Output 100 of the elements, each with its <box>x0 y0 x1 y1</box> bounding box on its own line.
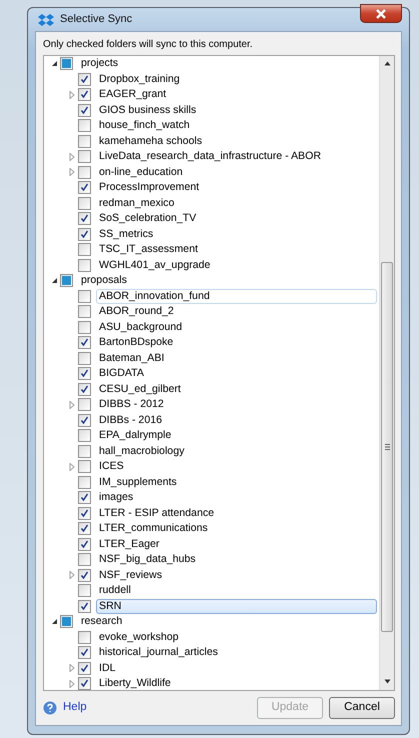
folder-name[interactable]: SRN <box>96 598 377 614</box>
checkbox[interactable] <box>78 538 91 551</box>
folder-name[interactable]: BIGDATA <box>96 366 147 382</box>
folder-name[interactable]: SS_metrics <box>96 226 156 242</box>
checkbox[interactable] <box>78 460 91 474</box>
checkbox[interactable] <box>78 320 91 334</box>
folder-name[interactable]: DIBBs - 2016 <box>96 412 166 428</box>
checkbox[interactable] <box>78 150 91 164</box>
checkbox[interactable] <box>78 258 91 272</box>
folder-name[interactable]: ruddell <box>96 583 134 598</box>
folder-name[interactable]: WGHL401_av_upgrade <box>96 258 214 273</box>
checkbox[interactable] <box>78 584 91 598</box>
folder-name[interactable]: LTER_communications <box>96 521 211 536</box>
folder-name[interactable]: IDL <box>96 660 118 676</box>
checkbox[interactable] <box>78 600 91 613</box>
checkbox[interactable] <box>78 522 91 536</box>
folder-name[interactable]: research <box>78 614 126 630</box>
folder-name[interactable]: GIOS business skills <box>96 102 200 118</box>
checkbox[interactable] <box>78 367 91 380</box>
checkbox[interactable] <box>78 429 91 442</box>
close-button[interactable] <box>360 4 402 23</box>
help-link[interactable]: Help <box>63 699 87 717</box>
folder-name[interactable]: evoke_workshop <box>96 630 182 645</box>
scrollbar[interactable] <box>379 56 394 690</box>
checkbox[interactable] <box>78 630 91 644</box>
folder-name[interactable]: NSF_reviews <box>96 568 165 583</box>
checkbox[interactable] <box>78 662 91 675</box>
checkbox[interactable] <box>78 212 91 226</box>
folder-name[interactable]: ProcessImprovement <box>96 180 202 196</box>
checkbox[interactable] <box>78 677 91 690</box>
folder-name[interactable]: EPA_dalrymple <box>96 428 174 444</box>
checkbox[interactable] <box>78 506 91 520</box>
checkbox[interactable] <box>78 568 91 582</box>
checkbox[interactable] <box>60 274 73 288</box>
scroll-up-icon[interactable] <box>384 61 390 66</box>
checkbox[interactable] <box>78 243 91 256</box>
expand-arrow-icon[interactable] <box>69 571 75 580</box>
checkbox[interactable] <box>78 476 91 489</box>
checkbox[interactable] <box>60 57 73 70</box>
window-title: Selective Sync <box>60 12 132 28</box>
help-icon[interactable] <box>43 701 57 715</box>
folder-name[interactable]: LTER - ESIP attendance <box>96 506 218 521</box>
folder-name[interactable]: LTER_Eager <box>96 536 162 552</box>
checkbox[interactable] <box>78 336 91 350</box>
folder-name[interactable]: BartonBDspoke <box>96 335 176 350</box>
box-logo-icon <box>38 12 54 26</box>
checkbox[interactable] <box>78 646 91 660</box>
expand-arrow-icon[interactable] <box>69 400 75 409</box>
folder-name[interactable]: ABOR_round_2 <box>96 304 177 320</box>
checkbox[interactable] <box>78 134 91 148</box>
checkbox[interactable] <box>78 196 91 210</box>
checkbox[interactable] <box>78 305 91 318</box>
folder-name[interactable]: ABOR_innovation_fund <box>96 288 377 304</box>
folder-name[interactable]: Liberty_Wildlife <box>96 676 174 690</box>
checkbox[interactable] <box>78 290 91 303</box>
expand-arrow-icon[interactable] <box>69 90 75 99</box>
folder-name[interactable]: on-line_education <box>96 164 186 180</box>
folder-name[interactable]: DIBBS - 2012 <box>96 397 167 412</box>
checkbox[interactable] <box>78 119 91 132</box>
checkbox[interactable] <box>78 382 91 396</box>
folder-name[interactable]: ASU_background <box>96 320 186 335</box>
grip-icon <box>384 444 390 450</box>
folder-name[interactable]: CESU_ed_gilbert <box>96 382 184 397</box>
instruction-text: Only checked folders will sync to this computer. <box>43 38 254 52</box>
folder-name[interactable]: kamehameha schools <box>96 134 206 149</box>
checkbox[interactable] <box>78 228 91 241</box>
folder-name[interactable]: ICES <box>96 459 127 474</box>
dialog-button[interactable]: Cancel <box>329 697 395 719</box>
folder-name[interactable]: hall_macrobiology <box>96 444 188 459</box>
expanded-arrow-icon[interactable] <box>50 618 58 626</box>
folder-name[interactable]: house_finch_watch <box>96 118 193 134</box>
expand-arrow-icon[interactable] <box>69 462 75 471</box>
folder-name[interactable]: proposals <box>78 273 130 288</box>
checkbox[interactable] <box>78 398 91 412</box>
folder-name[interactable]: TSC_IT_assessment <box>96 242 201 258</box>
checkbox[interactable] <box>78 352 91 365</box>
checkbox[interactable] <box>78 166 91 179</box>
expanded-arrow-icon[interactable] <box>50 60 58 68</box>
checkbox[interactable] <box>78 72 91 86</box>
checkbox[interactable] <box>78 181 91 194</box>
folder-name[interactable]: SoS_celebration_TV <box>96 211 200 226</box>
checkbox[interactable] <box>78 491 91 504</box>
checkbox[interactable] <box>78 88 91 102</box>
checkbox[interactable] <box>78 444 91 458</box>
checkbox[interactable] <box>78 553 91 566</box>
checkbox[interactable] <box>60 615 73 628</box>
expanded-arrow-icon[interactable] <box>50 277 58 284</box>
folder-name[interactable]: historical_journal_articles <box>96 645 221 660</box>
folder-name[interactable]: projects <box>78 56 122 72</box>
folder-name[interactable]: Dropbox_training <box>96 72 183 87</box>
folder-name[interactable]: LiveData_research_data_infrastructure - ABOR <box>96 149 324 164</box>
folder-name[interactable]: IM_supplements <box>96 474 180 490</box>
folder-name[interactable]: images <box>96 490 136 506</box>
checkbox[interactable] <box>78 104 91 117</box>
checkbox[interactable] <box>78 414 91 427</box>
folder-name[interactable]: Bateman_ABI <box>96 350 168 366</box>
scroll-down-icon[interactable] <box>384 679 390 684</box>
folder-name[interactable]: EAGER_grant <box>96 87 170 102</box>
folder-name[interactable]: redman_mexico <box>96 196 178 211</box>
folder-name[interactable]: NSF_big_data_hubs <box>96 552 199 568</box>
